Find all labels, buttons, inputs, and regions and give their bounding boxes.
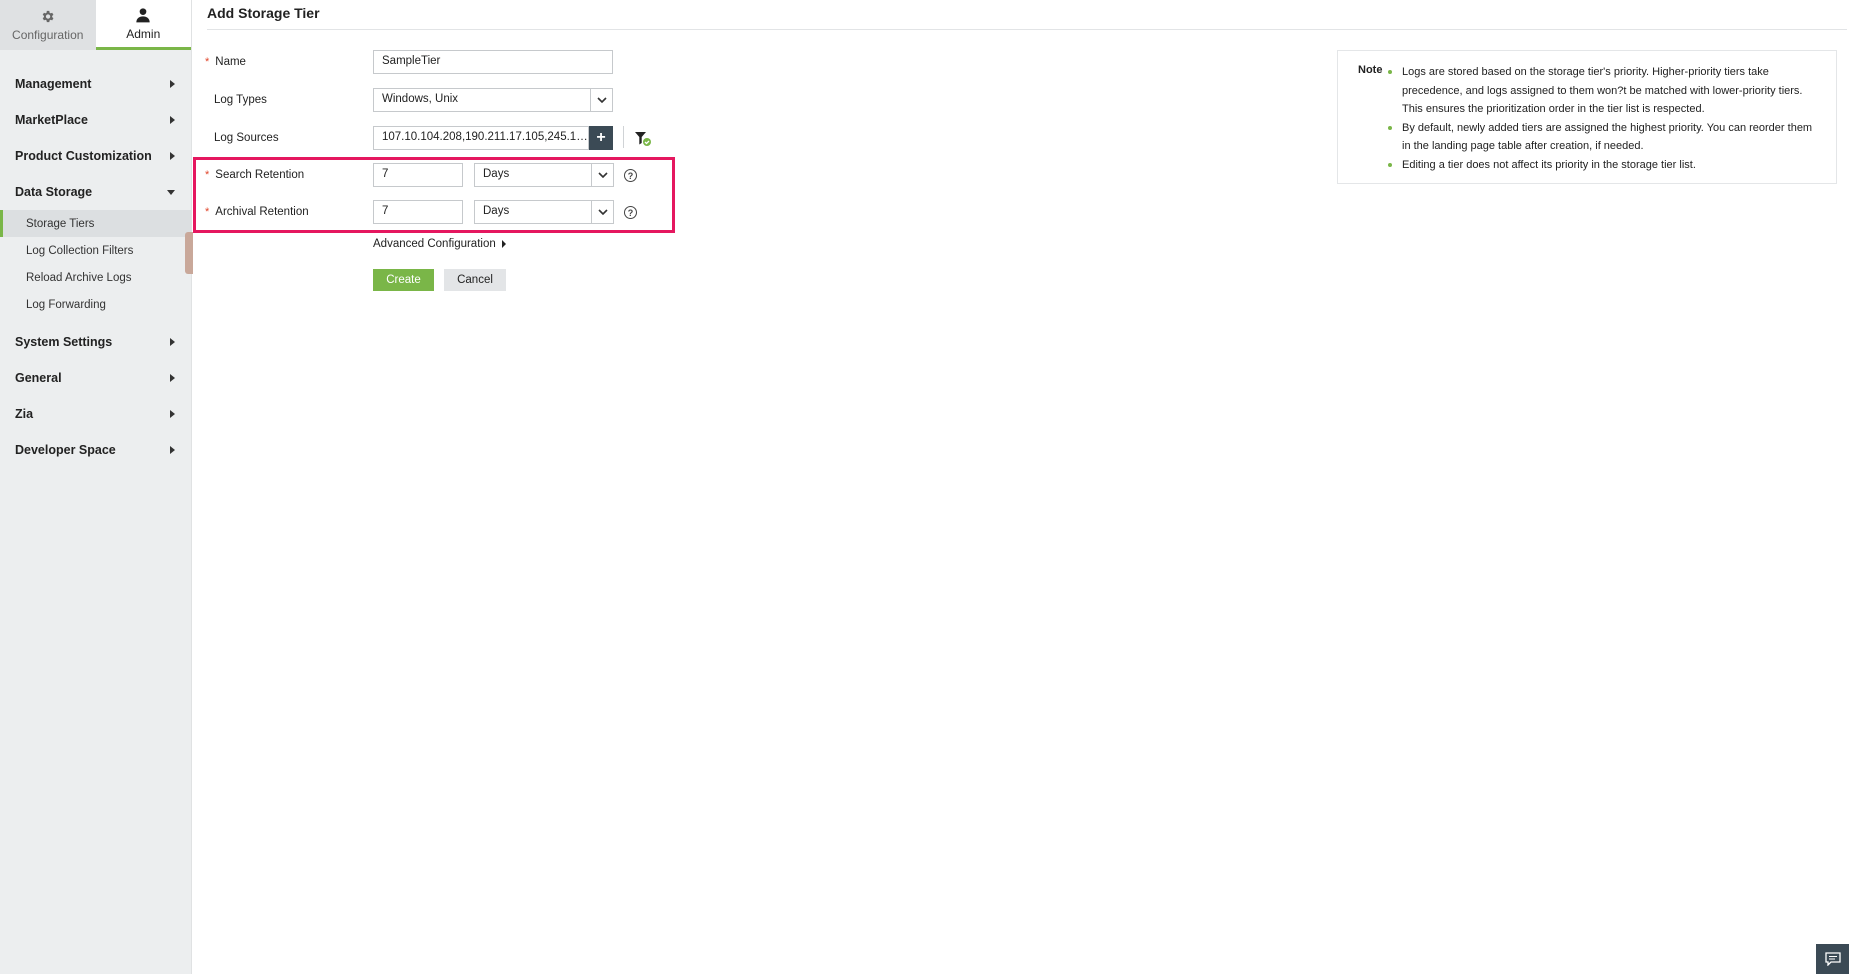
sidebar-item-system-settings[interactable]: System Settings bbox=[0, 324, 191, 360]
archival-retention-unit-value: Days bbox=[483, 205, 510, 217]
search-retention-label: * Search Retention bbox=[205, 169, 305, 181]
archival-retention-input[interactable]: 7 bbox=[373, 200, 463, 224]
log-sources-label: Log Sources bbox=[214, 132, 279, 144]
sidebar-item-label: Zia bbox=[15, 407, 34, 421]
caret-right-icon bbox=[170, 410, 175, 418]
sidebar-item-label: System Settings bbox=[15, 335, 113, 349]
log-types-value: Windows, Unix bbox=[382, 93, 459, 105]
note-list: Logs are stored based on the storage tie… bbox=[1388, 63, 1822, 175]
chevron-down-icon bbox=[591, 164, 613, 186]
archival-retention-unit-select[interactable]: Days bbox=[474, 200, 614, 224]
caret-right-icon bbox=[170, 374, 175, 382]
cancel-button[interactable]: Cancel bbox=[444, 269, 506, 291]
required-marker: * bbox=[205, 56, 210, 68]
sidebar-subitem-log-forwarding[interactable]: Log Forwarding bbox=[0, 291, 191, 318]
filter-check-icon[interactable] bbox=[634, 131, 652, 147]
tab-admin-label: Admin bbox=[126, 26, 161, 41]
log-types-label: Log Types bbox=[214, 94, 267, 106]
caret-right-icon bbox=[170, 446, 175, 454]
search-retention-unit-value: Days bbox=[483, 168, 510, 180]
sidebar-item-label: Data Storage bbox=[15, 185, 93, 199]
caret-right-icon bbox=[170, 152, 175, 160]
sidebar: Configuration Admin Management MarketPla… bbox=[0, 0, 192, 974]
help-icon[interactable]: ? bbox=[624, 169, 637, 182]
note-item: Editing a tier does not affect its prior… bbox=[1388, 156, 1822, 175]
chevron-down-icon bbox=[590, 89, 612, 111]
sidebar-item-marketplace[interactable]: MarketPlace bbox=[0, 102, 191, 138]
tab-configuration-label: Configuration bbox=[12, 27, 84, 42]
sidebar-item-label: Management bbox=[15, 77, 92, 91]
tab-admin[interactable]: Admin bbox=[95, 0, 191, 50]
log-types-select[interactable]: Windows, Unix bbox=[373, 88, 613, 112]
main-content: Add Storage Tier * Name SampleTier Log Ty… bbox=[193, 0, 1851, 974]
title-divider bbox=[207, 29, 1847, 30]
note-item: Logs are stored based on the storage tie… bbox=[1388, 63, 1822, 119]
caret-right-icon bbox=[170, 338, 175, 346]
sidebar-nav: Management MarketPlace Product Customiza… bbox=[0, 66, 191, 468]
note-title: Note bbox=[1358, 64, 1383, 76]
sidebar-item-developer-space[interactable]: Developer Space bbox=[0, 432, 191, 468]
sidebar-item-label: Developer Space bbox=[15, 443, 116, 457]
gear-icon bbox=[42, 10, 54, 22]
sidebar-item-product-customization[interactable]: Product Customization bbox=[0, 138, 191, 174]
sidebar-item-label: General bbox=[15, 371, 62, 385]
chat-button[interactable] bbox=[1816, 944, 1849, 974]
add-log-source-button[interactable]: + bbox=[589, 126, 613, 150]
name-input[interactable]: SampleTier bbox=[373, 50, 613, 74]
create-button[interactable]: Create bbox=[373, 269, 434, 291]
name-label: * Name bbox=[205, 56, 246, 68]
separator bbox=[623, 126, 624, 148]
required-marker: * bbox=[205, 169, 210, 181]
archival-retention-label: * Archival Retention bbox=[205, 206, 309, 218]
sidebar-subitem-reload-archive-logs[interactable]: Reload Archive Logs bbox=[0, 264, 191, 291]
caret-right-icon bbox=[170, 80, 175, 88]
sidebar-subitem-storage-tiers[interactable]: Storage Tiers bbox=[0, 210, 191, 237]
top-tabs: Configuration Admin bbox=[0, 0, 191, 50]
log-sources-input[interactable]: 107.10.104.208,190.211.17.105,245.1… bbox=[373, 126, 589, 150]
note-panel: Note Logs are stored based on the storag… bbox=[1337, 50, 1837, 184]
chevron-down-icon bbox=[591, 201, 613, 223]
caret-right-icon bbox=[170, 116, 175, 124]
page-title: Add Storage Tier bbox=[207, 5, 320, 21]
sidebar-item-general[interactable]: General bbox=[0, 360, 191, 396]
help-icon[interactable]: ? bbox=[624, 206, 637, 219]
note-item: By default, newly added tiers are assign… bbox=[1388, 119, 1822, 156]
sidebar-subitem-log-collection-filters[interactable]: Log Collection Filters bbox=[0, 237, 191, 264]
user-icon bbox=[136, 7, 150, 22]
sidebar-item-data-storage[interactable]: Data Storage bbox=[0, 174, 191, 210]
chat-icon bbox=[1824, 952, 1841, 966]
sidebar-item-label: Product Customization bbox=[15, 149, 152, 163]
search-retention-unit-select[interactable]: Days bbox=[474, 163, 614, 187]
sidebar-item-management[interactable]: Management bbox=[0, 66, 191, 102]
sidebar-item-zia[interactable]: Zia bbox=[0, 396, 191, 432]
required-marker: * bbox=[205, 206, 210, 218]
caret-right-icon bbox=[501, 239, 506, 248]
caret-down-icon bbox=[167, 189, 175, 195]
advanced-configuration-toggle[interactable]: Advanced Configuration bbox=[373, 238, 506, 250]
sidebar-collapse-handle[interactable] bbox=[185, 232, 193, 274]
sidebar-item-label: MarketPlace bbox=[15, 113, 88, 127]
tab-configuration[interactable]: Configuration bbox=[0, 0, 96, 50]
search-retention-input[interactable]: 7 bbox=[373, 163, 463, 187]
